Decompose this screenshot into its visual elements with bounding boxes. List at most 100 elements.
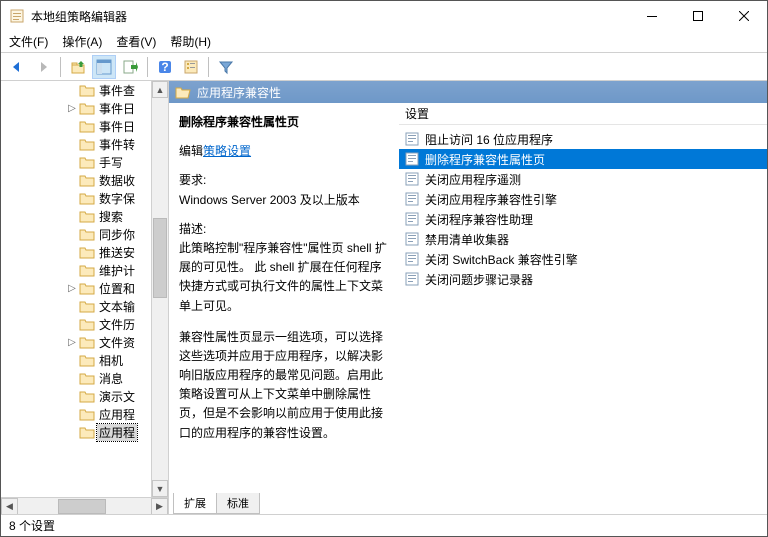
tree-item[interactable]: 文本输 <box>1 297 151 315</box>
menu-view[interactable]: 查看(V) <box>116 33 156 50</box>
settings-list-item[interactable]: 关闭应用程序遥测 <box>399 169 767 189</box>
menu-action[interactable]: 操作(A) <box>62 33 102 50</box>
tree-item[interactable]: ▷ 事件日 <box>1 99 151 117</box>
folder-open-icon <box>175 85 191 99</box>
tree-item-label: 应用程 <box>97 424 137 441</box>
close-button[interactable] <box>721 1 767 31</box>
edit-line: 编辑策略设置 <box>179 142 389 161</box>
forward-button[interactable] <box>31 55 55 79</box>
tree-item[interactable]: 事件日 <box>1 117 151 135</box>
description-para2: 兼容性属性页显示一组选项，可以选择这些选项并应用于应用程序，以解决影响旧版应用程… <box>179 328 389 443</box>
settings-item-label: 关闭应用程序兼容性引擎 <box>425 191 557 208</box>
tree-hscrollbar[interactable]: ◀ ▶ <box>1 497 168 514</box>
tab-standard[interactable]: 标准 <box>216 493 260 514</box>
settings-item-label: 关闭应用程序遥测 <box>425 171 521 188</box>
tree-item-label: 数字保 <box>97 190 137 207</box>
menu-file[interactable]: 文件(F) <box>9 33 48 50</box>
policy-icon <box>405 152 419 166</box>
tree-item-label: 文件历 <box>97 316 137 333</box>
help-button[interactable]: ? <box>153 55 177 79</box>
tree-item[interactable]: 数字保 <box>1 189 151 207</box>
scroll-right-arrow[interactable]: ▶ <box>151 498 168 515</box>
tree-item-label: 维护计 <box>97 262 137 279</box>
policy-icon <box>405 232 419 246</box>
tree-item[interactable]: 搜索 <box>1 207 151 225</box>
folder-icon <box>79 371 95 385</box>
edit-prefix: 编辑 <box>179 144 203 158</box>
expand-chevron-icon[interactable]: ▷ <box>65 337 79 348</box>
tree-item[interactable]: 手写 <box>1 153 151 171</box>
content-pane: 应用程序兼容性 删除程序兼容性属性页 编辑策略设置 要求: Windows Se… <box>169 81 767 514</box>
detail-column: 删除程序兼容性属性页 编辑策略设置 要求: Windows Server 200… <box>169 103 399 494</box>
tree-view[interactable]: 事件查▷事件日事件日事件转手写数据收数字保搜索同步你推送安维护计▷位置和文本输文… <box>1 81 151 497</box>
expand-chevron-icon[interactable]: ▷ <box>65 283 79 294</box>
export-button[interactable] <box>118 55 142 79</box>
tree-item[interactable]: 应用程 <box>1 405 151 423</box>
tree-item-label: 数据收 <box>97 172 137 189</box>
settings-list-item[interactable]: 关闭问题步骤记录器 <box>399 269 767 289</box>
tree-item[interactable]: 推送安 <box>1 243 151 261</box>
policy-icon <box>405 272 419 286</box>
folder-icon <box>79 335 95 349</box>
settings-header[interactable]: 设置 <box>399 103 767 125</box>
app-window: 本地组策略编辑器 文件(F) 操作(A) 查看(V) 帮助(H) ? 事件查▷事… <box>0 0 768 537</box>
properties-button[interactable] <box>179 55 203 79</box>
expand-chevron-icon[interactable]: ▷ <box>65 103 79 114</box>
tree-item[interactable]: 文件历 <box>1 315 151 333</box>
toolbar-separator <box>60 57 61 77</box>
tree-item-label: 消息 <box>97 370 125 387</box>
show-tree-button[interactable] <box>92 55 116 79</box>
settings-list-item[interactable]: 关闭 SwitchBack 兼容性引擎 <box>399 249 767 269</box>
folder-icon <box>79 155 95 169</box>
filter-button[interactable] <box>214 55 238 79</box>
menu-help[interactable]: 帮助(H) <box>170 33 211 50</box>
settings-list-item[interactable]: 删除程序兼容性属性页 <box>399 149 767 169</box>
tree-item[interactable]: 相机 <box>1 351 151 369</box>
policy-icon <box>405 212 419 226</box>
settings-list-item[interactable]: 关闭应用程序兼容性引擎 <box>399 189 767 209</box>
settings-item-label: 关闭程序兼容性助理 <box>425 211 533 228</box>
settings-list[interactable]: 阻止访问 16 位应用程序删除程序兼容性属性页关闭应用程序遥测关闭应用程序兼容性… <box>399 125 767 293</box>
tree-item[interactable]: 数据收 <box>1 171 151 189</box>
minimize-button[interactable] <box>629 1 675 31</box>
app-icon <box>9 8 25 24</box>
up-button[interactable] <box>66 55 90 79</box>
tree-item[interactable]: ▷位置和 <box>1 279 151 297</box>
view-tabs: 扩展 标准 <box>169 494 767 514</box>
requirements-label: 要求: <box>179 171 389 190</box>
settings-column: 设置 阻止访问 16 位应用程序删除程序兼容性属性页关闭应用程序遥测关闭应用程序… <box>399 103 767 494</box>
settings-list-item[interactable]: 阻止访问 16 位应用程序 <box>399 129 767 149</box>
tree-item[interactable]: 消息 <box>1 369 151 387</box>
settings-list-item[interactable]: 禁用清单收集器 <box>399 229 767 249</box>
tree-item-label: 搜索 <box>97 208 125 225</box>
scroll-up-arrow[interactable]: ▲ <box>152 81 168 98</box>
tree-item-label: 事件日 <box>97 100 137 117</box>
folder-icon <box>79 263 95 277</box>
policy-title: 删除程序兼容性属性页 <box>179 113 389 132</box>
policy-icon <box>405 252 419 266</box>
policy-settings-link[interactable]: 策略设置 <box>203 144 251 158</box>
tree-item[interactable]: 维护计 <box>1 261 151 279</box>
maximize-button[interactable] <box>675 1 721 31</box>
tree-item[interactable]: 应用程 <box>1 423 151 441</box>
tree-item[interactable]: 演示文 <box>1 387 151 405</box>
back-button[interactable] <box>5 55 29 79</box>
scroll-left-arrow[interactable]: ◀ <box>1 498 18 515</box>
tree-item[interactable]: 事件查 <box>1 81 151 99</box>
tree-item[interactable]: ▷文件资 <box>1 333 151 351</box>
folder-icon <box>79 281 95 295</box>
toolbar-separator <box>147 57 148 77</box>
scroll-down-arrow[interactable]: ▼ <box>152 480 168 497</box>
tab-extended[interactable]: 扩展 <box>173 493 217 514</box>
settings-list-item[interactable]: 关闭程序兼容性助理 <box>399 209 767 229</box>
tree-item-label: 应用程 <box>97 406 137 423</box>
settings-item-label: 阻止访问 16 位应用程序 <box>425 131 553 148</box>
content-header-title: 应用程序兼容性 <box>197 84 281 101</box>
settings-item-label: 关闭问题步骤记录器 <box>425 271 533 288</box>
tree-item-label: 事件转 <box>97 136 137 153</box>
tree-vscrollbar[interactable]: ▲ ▼ <box>151 81 168 497</box>
folder-icon <box>79 407 95 421</box>
tree-item[interactable]: 同步你 <box>1 225 151 243</box>
settings-item-label: 关闭 SwitchBack 兼容性引擎 <box>425 251 578 268</box>
tree-item[interactable]: 事件转 <box>1 135 151 153</box>
